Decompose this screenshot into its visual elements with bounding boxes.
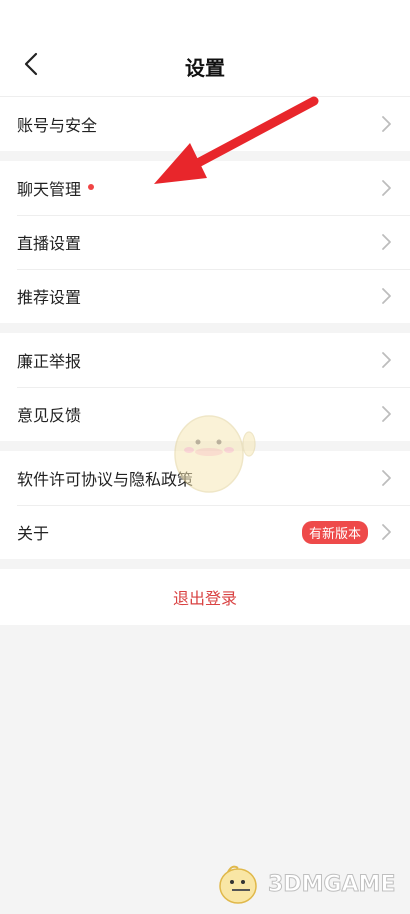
- settings-item-integrity-report[interactable]: 廉正举报: [0, 333, 410, 387]
- section-gap: [0, 151, 410, 161]
- settings-item-label: 软件许可协议与隐私政策: [17, 470, 194, 489]
- new-version-badge: 有新版本: [301, 520, 368, 544]
- mascot-logo-icon: [219, 865, 257, 904]
- notification-dot: [88, 184, 95, 190]
- logout-label: 退出登录: [172, 589, 237, 608]
- settings-item-feedback[interactable]: 意见反馈: [0, 387, 410, 441]
- settings-item-label: 廉正举报: [17, 352, 82, 371]
- chevron-right-icon: [382, 116, 391, 132]
- chevron-right-icon: [382, 352, 391, 368]
- settings-item-label: 聊天管理: [17, 180, 82, 199]
- settings-item-account-security[interactable]: 账号与安全: [0, 97, 410, 151]
- brand-watermark: 3DMGAME: [212, 862, 396, 906]
- header-bar: 设置: [0, 0, 410, 97]
- settings-item-license-privacy[interactable]: 软件许可协议与隐私政策: [0, 451, 410, 505]
- settings-item-label: 直播设置: [17, 234, 82, 253]
- settings-item-live-settings[interactable]: 直播设置: [0, 215, 410, 269]
- chevron-right-icon: [382, 288, 391, 304]
- chevron-right-icon: [382, 234, 391, 250]
- settings-group-feedback: 廉正举报 意见反馈: [0, 333, 410, 441]
- logout-button[interactable]: 退出登录: [0, 569, 410, 625]
- settings-item-recommend-settings[interactable]: 推荐设置: [0, 269, 410, 323]
- settings-item-label: 账号与安全: [17, 116, 98, 135]
- settings-group-about: 软件许可协议与隐私政策 关于 有新版本: [0, 451, 410, 559]
- section-gap: [0, 559, 410, 569]
- settings-item-label: 推荐设置: [17, 288, 82, 307]
- settings-group-features: 聊天管理 直播设置 推荐设置: [0, 161, 410, 323]
- watermark-text: 3DMGAME: [267, 871, 396, 897]
- chevron-right-icon: [382, 524, 391, 540]
- settings-item-chat-management[interactable]: 聊天管理: [0, 161, 410, 215]
- chevron-right-icon: [382, 180, 391, 196]
- settings-group-account: 账号与安全: [0, 97, 410, 151]
- settings-item-about[interactable]: 关于 有新版本: [0, 505, 410, 559]
- chevron-right-icon: [382, 406, 391, 422]
- chevron-right-icon: [382, 470, 391, 486]
- section-gap: [0, 323, 410, 333]
- section-gap: [0, 441, 410, 451]
- page-title: 设置: [185, 56, 225, 80]
- settings-item-label: 关于: [17, 524, 50, 543]
- settings-item-label: 意见反馈: [17, 406, 82, 425]
